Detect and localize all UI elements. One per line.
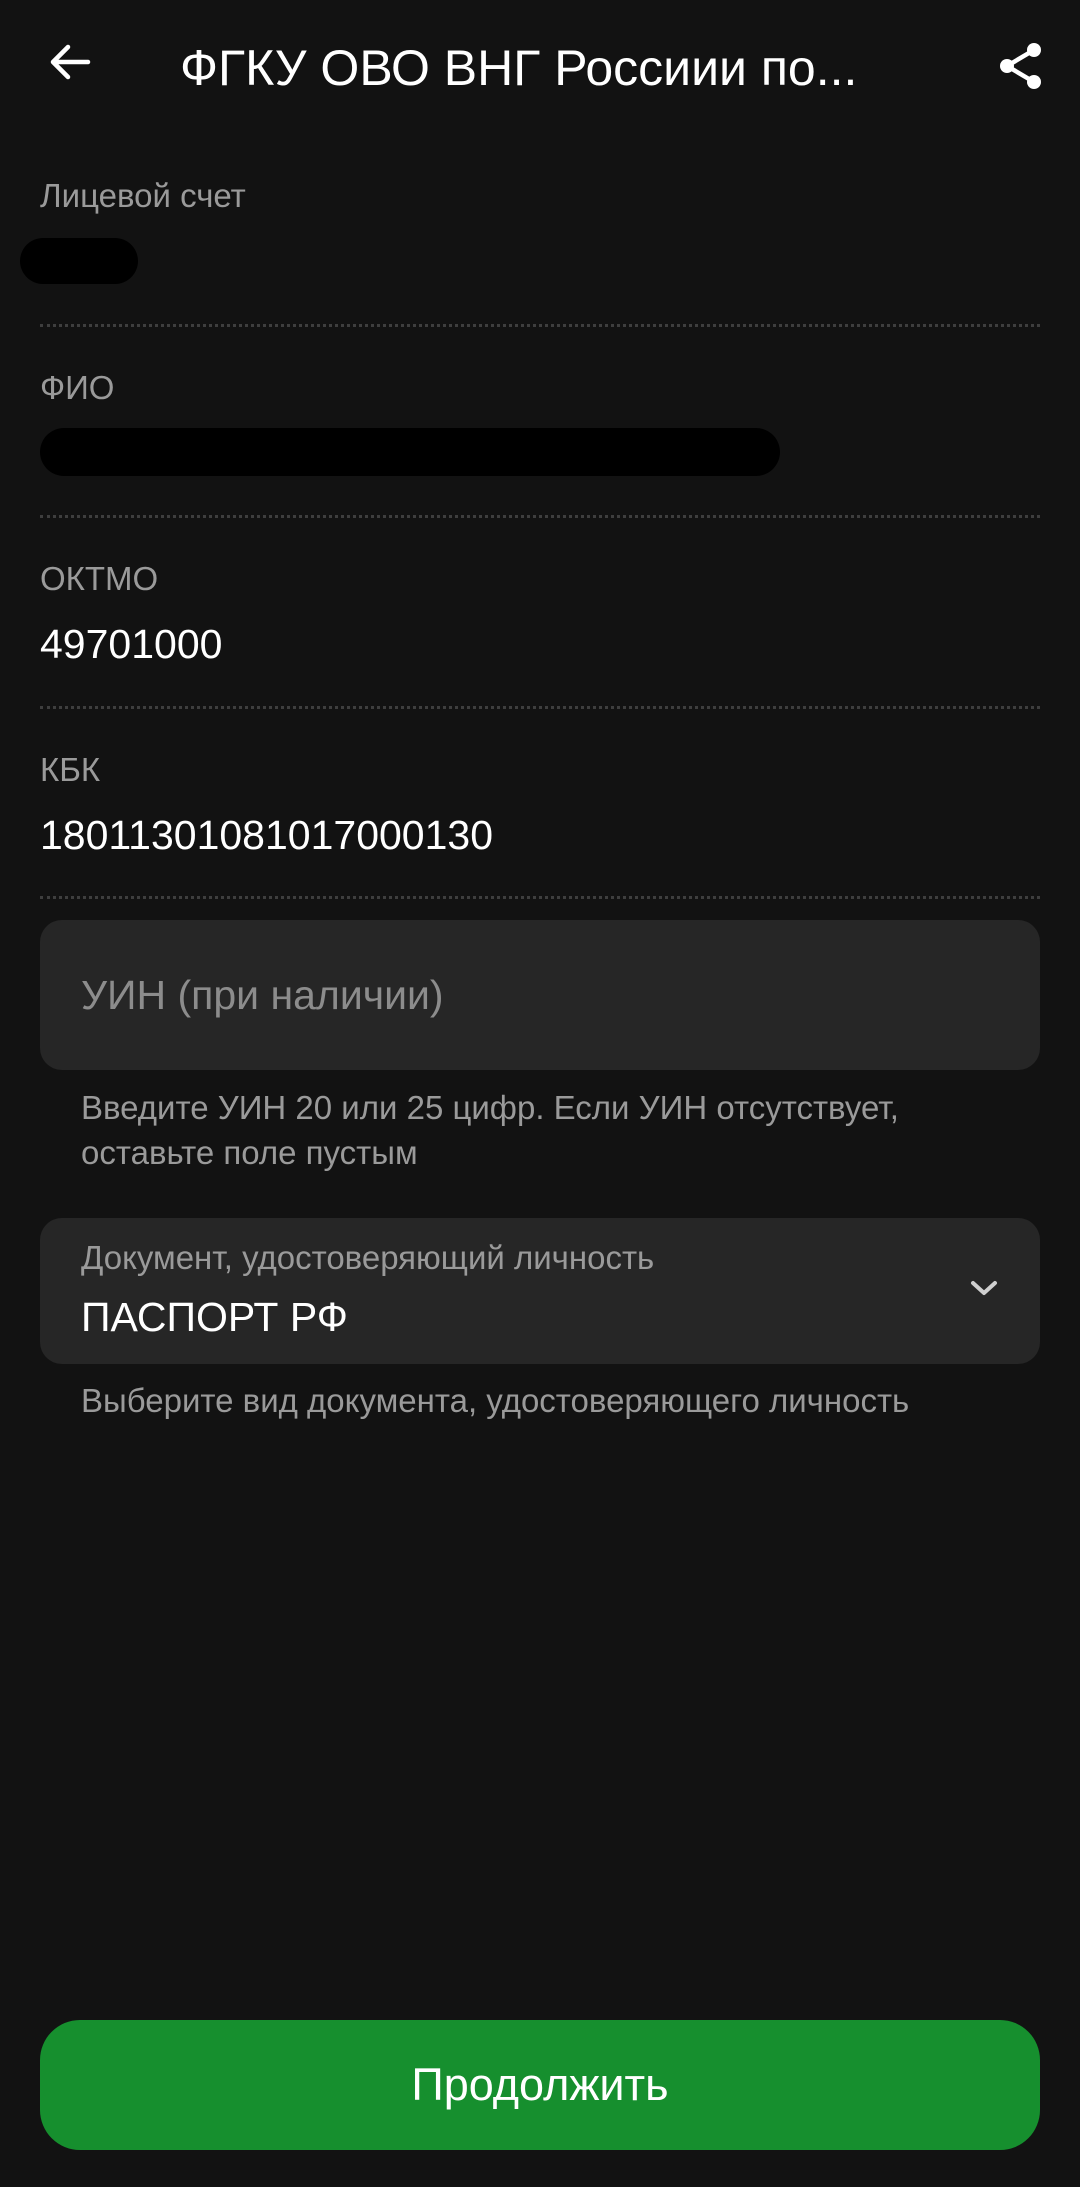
document-type-label: Документ, удостоверяющий личность xyxy=(81,1239,655,1276)
fio-value-redacted xyxy=(40,428,780,476)
uin-input-container[interactable] xyxy=(40,920,1040,1070)
continue-button[interactable]: Продолжить xyxy=(40,2020,1040,2150)
oktmo-value: 49701000 xyxy=(40,621,223,667)
divider xyxy=(40,896,1040,899)
account-value-redacted xyxy=(20,238,138,284)
account-label: Лицевой счет xyxy=(40,177,246,214)
divider xyxy=(40,324,1040,327)
kbk-value: 18011301081017000130 xyxy=(40,812,494,858)
uin-hint: Введите УИН 20 или 25 цифр. Если УИН отс… xyxy=(81,1089,899,1171)
share-icon xyxy=(1000,43,1041,89)
page-title: ФГКУ ОВО ВНГ Россиии по... xyxy=(180,40,858,96)
oktmo-label: ОКТМО xyxy=(40,560,159,597)
chevron-down-icon xyxy=(964,1268,1004,1308)
top-app-bar: ФГКУ ОВО ВНГ Россиии по... xyxy=(0,0,1080,132)
document-type-hint: Выберите вид документа, удостоверяющего … xyxy=(81,1382,910,1419)
document-type-select[interactable]: Документ, удостоверяющий личность ПАСПОР… xyxy=(40,1218,1040,1364)
fio-field: ФИО xyxy=(40,368,1040,408)
kbk-field: КБК 18011301081017000130 xyxy=(40,750,1040,860)
oktmo-field: ОКТМО 49701000 xyxy=(40,559,1040,669)
document-type-value: ПАСПОРТ РФ xyxy=(81,1294,348,1340)
share-button[interactable] xyxy=(990,36,1050,96)
kbk-label: КБК xyxy=(40,751,101,788)
divider xyxy=(40,706,1040,709)
payment-details-screen: ФГКУ ОВО ВНГ Россиии по... Лицевой счет … xyxy=(0,0,1080,2187)
account-field: Лицевой счет xyxy=(40,176,1040,216)
uin-input[interactable] xyxy=(81,971,1040,1019)
back-button[interactable] xyxy=(40,32,100,92)
arrow-left-icon xyxy=(50,44,91,80)
fio-label: ФИО xyxy=(40,369,115,406)
divider xyxy=(40,515,1040,518)
